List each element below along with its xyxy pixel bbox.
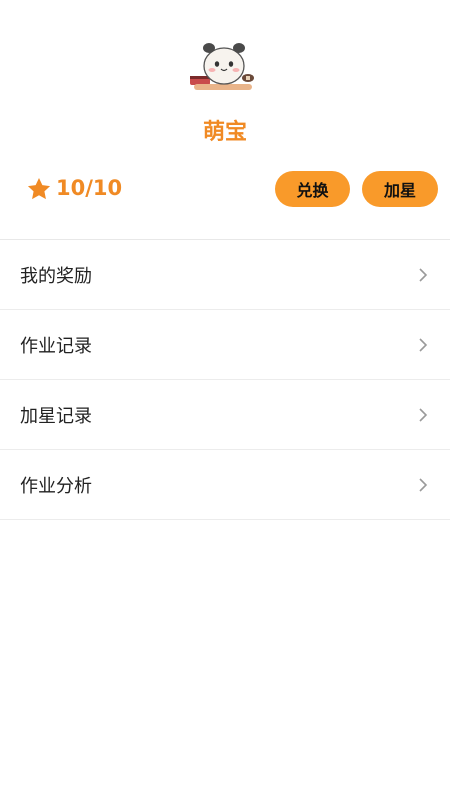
menu-item-star-records[interactable]: 加星记录 (0, 380, 450, 450)
star-score: 10/10 (56, 176, 123, 200)
menu-item-homework-records[interactable]: 作业记录 (0, 310, 450, 380)
menu-item-homework-analysis[interactable]: 作业分析 (0, 450, 450, 520)
star-icon (27, 177, 51, 200)
chevron-right-icon (419, 337, 428, 352)
menu-item-label: 我的奖励 (20, 265, 92, 287)
profile-header: 萌宝 10/10 兑换 加星 (0, 0, 450, 240)
panda-avatar-icon[interactable] (184, 36, 262, 92)
chevron-right-icon (419, 407, 428, 422)
menu-item-label: 作业分析 (20, 475, 92, 497)
chevron-right-icon (419, 477, 428, 492)
add-star-button[interactable]: 加星 (362, 171, 438, 207)
user-name: 萌宝 (202, 120, 247, 145)
menu-item-label: 作业记录 (20, 335, 92, 357)
chevron-right-icon (419, 267, 428, 282)
menu-list: 我的奖励 作业记录 加星记录 作业分析 (0, 239, 450, 520)
exchange-button[interactable]: 兑换 (275, 171, 350, 207)
menu-item-label: 加星记录 (20, 405, 92, 427)
menu-item-my-rewards[interactable]: 我的奖励 (0, 240, 450, 310)
